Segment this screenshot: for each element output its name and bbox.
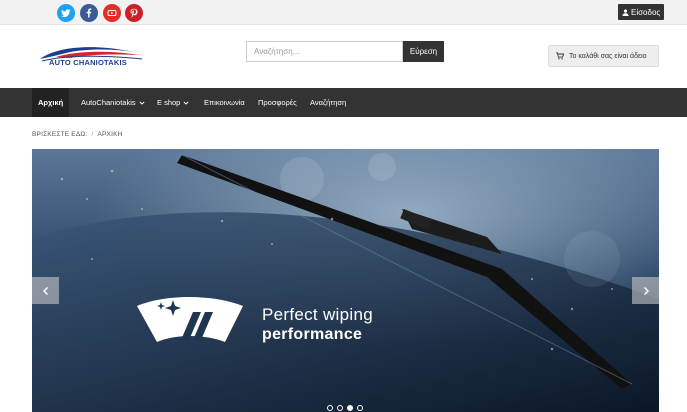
breadcrumb: ΒΡΙΣΚΕΣΤΕ ΕΔΩ: / ΑΡΧΙΚΗ <box>32 131 123 138</box>
nav-item-label: Επικοινωνία <box>204 98 245 107</box>
logo-text-auto: AUTO <box>49 58 71 67</box>
nav-item-label: AutoChaniotakis <box>81 98 136 107</box>
twitter-icon[interactable] <box>57 4 75 22</box>
nav-item-search[interactable]: Αναζήτηση <box>310 88 346 117</box>
pinterest-icon[interactable] <box>125 4 143 22</box>
search-placeholder: Αναζήτηση... <box>254 47 300 56</box>
chevron-down-icon <box>183 101 189 105</box>
chevron-down-icon <box>139 101 145 105</box>
cart-button[interactable]: Το καλάθι σας είναι άδειο <box>548 45 659 67</box>
chevron-left-icon <box>42 286 48 295</box>
nav-item-offers[interactable]: Προσφορές <box>258 88 297 117</box>
facebook-icon[interactable] <box>80 4 98 22</box>
slider-dots <box>327 405 363 411</box>
logo-text-brand: CHANIOTAKIS <box>73 58 127 67</box>
slide-subheadline: performance <box>262 326 363 343</box>
search-input[interactable]: Αναζήτηση... <box>246 41 403 62</box>
slider-dot[interactable] <box>357 405 363 411</box>
slide-image <box>32 149 659 412</box>
main-nav: Αρχική AutoChaniotakis E shop Επικοινωνί… <box>0 88 687 117</box>
nav-item-label: Αναζήτηση <box>310 98 347 107</box>
slide-headline: Perfect wiping <box>262 305 373 324</box>
breadcrumb-current: ΑΡΧΙΚΗ <box>97 131 123 138</box>
nav-item-label: Προσφορές <box>258 98 297 107</box>
cart-label: Το καλάθι σας είναι άδειο <box>569 52 647 60</box>
chevron-right-icon <box>643 286 649 295</box>
slider-dot[interactable] <box>347 405 353 411</box>
nav-item-contact[interactable]: Επικοινωνία <box>204 88 245 117</box>
nav-item-label: Αρχική <box>38 98 64 107</box>
user-icon <box>622 8 629 16</box>
slider-prev-button[interactable] <box>32 277 59 304</box>
slider-dot[interactable] <box>327 405 333 411</box>
login-button[interactable]: Είσοδος <box>618 4 665 20</box>
nav-item-label: E shop <box>157 98 181 107</box>
top-bar: Είσοδος <box>0 0 687 25</box>
nav-item-autochaniotakis[interactable]: AutoChaniotakis <box>81 88 145 117</box>
cart-icon <box>556 52 564 60</box>
breadcrumb-separator: / <box>91 131 94 138</box>
logo-text: AUTO CHANIOTAKIS <box>49 58 127 67</box>
breadcrumb-prefix: ΒΡΙΣΚΕΣΤΕ ΕΔΩ: <box>32 131 88 138</box>
wiper-logo-icon <box>137 297 243 342</box>
nav-item-home[interactable]: Αρχική <box>32 88 70 117</box>
nav-item-eshop[interactable]: E shop <box>157 88 189 117</box>
search-button[interactable]: Εύρεση <box>403 41 444 62</box>
hero-slider: Perfect wiping performance <box>32 149 659 412</box>
slider-dot[interactable] <box>337 405 343 411</box>
youtube-icon[interactable] <box>103 4 121 22</box>
login-label: Είσοδος <box>631 7 661 17</box>
slider-next-button[interactable] <box>632 277 659 304</box>
